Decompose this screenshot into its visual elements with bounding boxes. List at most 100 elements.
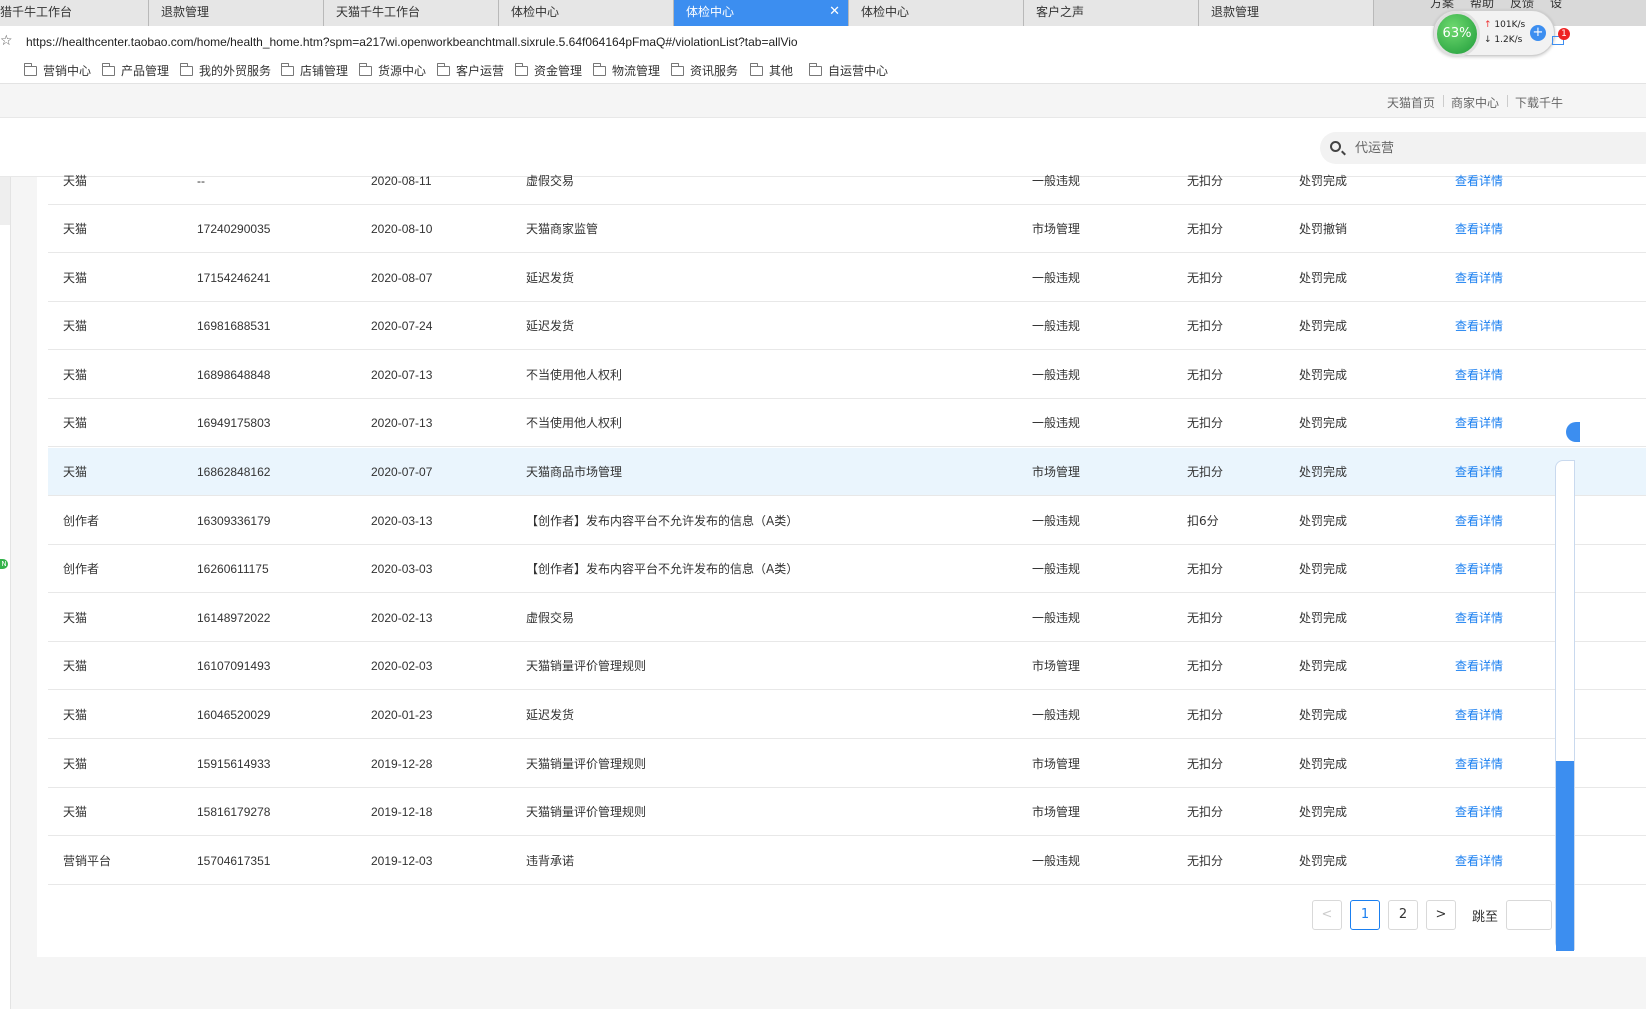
bookmark-item[interactable]: 我的外贸服务 — [180, 63, 271, 79]
tab-item[interactable]: 客户之声 — [1024, 0, 1199, 26]
upload-speed-value: 101K/s — [1494, 20, 1526, 30]
view-details-link[interactable]: 查看详情 — [1455, 448, 1503, 496]
table-row: 天猫 16148972022 2020-02-13 虚假交易 一般违规 无扣分 处罚完成 查看… — [48, 594, 1646, 642]
bookmark-item[interactable]: 客户运营 — [437, 63, 504, 79]
upload-speed: ↑ 101K/s — [1484, 20, 1525, 30]
cell-reason: 天猫销量评价管理规则 — [526, 659, 647, 674]
page-button[interactable]: 2 — [1388, 900, 1418, 930]
floating-service-icon[interactable] — [1566, 422, 1580, 442]
cell-reason: 虚假交易 — [526, 610, 575, 625]
tab-item[interactable]: 天猫千牛工作台 — [324, 0, 499, 26]
cell-status: 处罚完成 — [1299, 805, 1348, 820]
side-panel-bar — [1556, 761, 1574, 951]
view-details-link[interactable]: 查看详情 — [1455, 399, 1503, 447]
menu-settings[interactable]: 设 — [1550, 0, 1562, 11]
cell-type: 一般违规 — [1032, 174, 1081, 188]
bookmark-item[interactable]: 自运营中心 — [809, 63, 888, 79]
bookmark-item[interactable]: 店铺管理 — [281, 63, 348, 79]
cell-status: 处罚完成 — [1299, 610, 1348, 625]
notification-badge: 1 — [1558, 28, 1570, 40]
cell-score: 无扣分 — [1187, 708, 1224, 722]
cell-status: 处罚完成 — [1299, 416, 1348, 431]
folder-icon — [180, 63, 193, 76]
violation-list-panel: 天猫 -- 2020-08-11 虚假交易 一般违规 无扣分 处罚完成 查看详情… — [37, 174, 1646, 957]
address-bar: ☆ https://healthcenter.taobao.com/home/h… — [0, 26, 1646, 58]
next-page-button[interactable]: > — [1426, 900, 1456, 930]
bookmark-item[interactable]: 营销中心 — [24, 63, 91, 79]
tab-item[interactable]: 退款管理 — [149, 0, 324, 26]
view-details-link[interactable]: 查看详情 — [1455, 205, 1503, 253]
tab-item[interactable]: 退款管理 — [1199, 0, 1374, 26]
link-merchant-center[interactable]: 商家中心 — [1451, 94, 1499, 111]
tab-item-active[interactable]: 体检中心 ✕ — [674, 0, 849, 26]
cell-status: 处罚完成 — [1299, 756, 1348, 771]
tab-label: 退款管理 — [1211, 5, 1260, 19]
search-icon[interactable] — [1330, 141, 1341, 152]
table-row: 天猫 16949175803 2020-07-13 不当使用他人权利 一般违规 无扣分 处罚… — [48, 399, 1646, 448]
cell-source: 创作者 — [63, 562, 100, 577]
search-input[interactable] — [1355, 138, 1635, 158]
bookmark-item[interactable]: 资讯服务 — [671, 63, 738, 79]
bookmark-label: 自运营中心 — [828, 64, 889, 78]
tab-item[interactable]: 体检中心 — [499, 0, 674, 26]
cell-reason: 虚假交易 — [526, 174, 575, 188]
bookmark-label: 产品管理 — [121, 64, 170, 78]
view-details-link[interactable]: 查看详情 — [1455, 837, 1503, 885]
cell-status: 处罚完成 — [1299, 367, 1348, 382]
cell-source: 天猫 — [63, 367, 88, 382]
bookmark-item[interactable]: 产品管理 — [102, 63, 169, 79]
bookmark-item[interactable]: 其他 — [750, 63, 793, 79]
network-speed-widget[interactable]: 63% ↑ 101K/s ↓ 1.2K/s + — [1433, 10, 1555, 57]
cell-status: 处罚完成 — [1299, 562, 1348, 577]
view-details-link[interactable]: 查看详情 — [1455, 740, 1503, 788]
cell-type: 一般违规 — [1032, 610, 1081, 625]
tab-item[interactable]: 猎千牛工作台 — [0, 0, 149, 26]
page-button[interactable]: 1 — [1350, 900, 1380, 930]
cell-date: 2020-07-13 — [371, 367, 433, 382]
view-details-link[interactable]: 查看详情 — [1455, 254, 1503, 302]
view-details-link[interactable]: 查看详情 — [1455, 497, 1503, 545]
star-icon[interactable]: ☆ — [0, 33, 13, 49]
cell-type: 一般违规 — [1032, 853, 1081, 868]
table-row: 天猫 16862848162 2020-07-07 天猫商品市场管理 市场管理 无扣分 处罚… — [48, 448, 1646, 496]
tab-item[interactable]: 体检中心 — [849, 0, 1024, 26]
cell-score: 无扣分 — [1187, 465, 1224, 479]
folder-icon — [24, 63, 37, 76]
view-details-link[interactable]: 查看详情 — [1455, 302, 1503, 350]
view-details-link[interactable]: 查看详情 — [1455, 691, 1503, 739]
view-details-link[interactable]: 查看详情 — [1455, 351, 1503, 399]
link-download-qianniu[interactable]: 下载千牛 — [1515, 94, 1563, 111]
cell-reason: 【创作者】发布内容平台不允许发布的信息（A类） — [526, 562, 799, 577]
cell-id: 16260611175 — [197, 562, 269, 577]
url-field[interactable]: https://healthcenter.taobao.com/home/hea… — [26, 35, 798, 49]
plus-icon[interactable]: + — [1530, 25, 1546, 41]
cell-reason: 延迟发货 — [526, 270, 575, 285]
view-details-link[interactable]: 查看详情 — [1455, 788, 1503, 836]
bookmark-item[interactable]: 物流管理 — [593, 63, 660, 79]
download-speed: ↓ 1.2K/s — [1484, 35, 1522, 45]
view-details-link[interactable]: 查看详情 — [1455, 642, 1503, 690]
memory-gauge[interactable]: 63% — [1434, 11, 1480, 57]
floating-side-panel[interactable] — [1555, 460, 1575, 951]
cell-status: 处罚完成 — [1299, 853, 1348, 868]
cell-score: 无扣分 — [1187, 416, 1224, 431]
view-details-link[interactable]: 查看详情 — [1455, 545, 1503, 593]
view-details-link[interactable]: 查看详情 — [1455, 157, 1503, 205]
jump-page-input[interactable] — [1506, 900, 1552, 930]
cell-status: 处罚完成 — [1299, 659, 1348, 674]
prev-page-button[interactable]: < — [1312, 900, 1342, 930]
view-details-link[interactable]: 查看详情 — [1455, 594, 1503, 642]
link-tmall-home[interactable]: 天猫首页 — [1387, 94, 1435, 111]
tab-label: 体检中心 — [686, 5, 735, 19]
bookmark-item[interactable]: 货源中心 — [359, 63, 426, 79]
cell-date: 2020-08-10 — [371, 222, 433, 236]
close-icon[interactable]: ✕ — [829, 0, 840, 24]
cell-source: 天猫 — [63, 270, 88, 285]
bookmark-item[interactable]: 资金管理 — [515, 63, 582, 79]
folder-icon — [102, 63, 115, 76]
menu-plan[interactable]: 方案 — [1430, 0, 1454, 11]
cell-id: 16107091493 — [197, 659, 271, 674]
cell-id: 15816179278 — [197, 805, 271, 820]
cell-id: 15704617351 — [197, 853, 271, 868]
cell-score: 扣6分 — [1187, 513, 1219, 528]
